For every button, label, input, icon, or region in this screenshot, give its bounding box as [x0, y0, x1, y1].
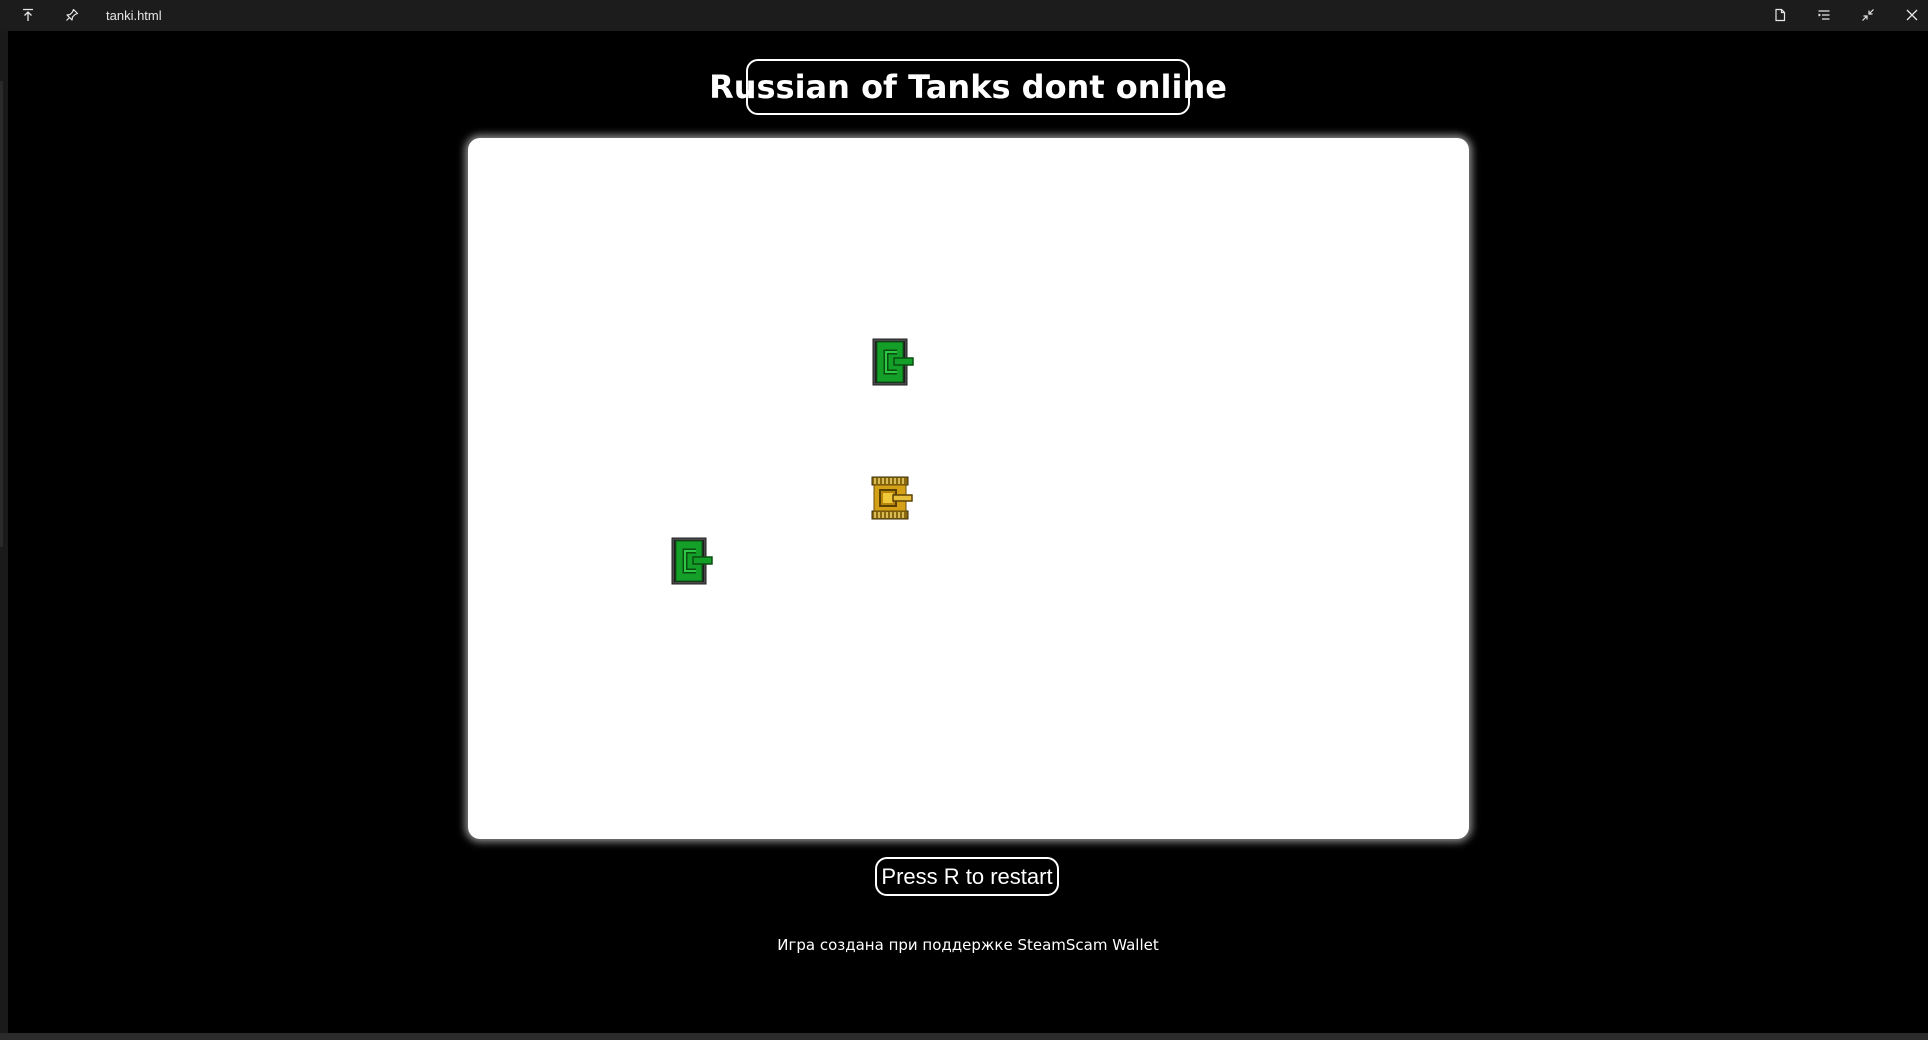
collapse-icon[interactable]	[1858, 5, 1878, 25]
game-title: Russian of Tanks dont online	[709, 59, 1227, 115]
enemy-tank	[872, 338, 914, 386]
window-titlebar: tanki.html	[0, 0, 1928, 31]
close-icon[interactable]	[1902, 5, 1922, 25]
window-left-edge	[0, 31, 8, 1033]
pin-icon[interactable]	[62, 5, 82, 25]
titlebar-right-group	[1746, 5, 1922, 25]
game-page: Russian of Tanks dont online Press R to …	[8, 31, 1928, 1033]
list-settings-icon[interactable]	[1814, 5, 1834, 25]
titlebar-left-group: tanki.html	[18, 5, 162, 25]
window-bottom-edge	[0, 1033, 1928, 1040]
page-icon[interactable]	[1770, 5, 1790, 25]
window-filename: tanki.html	[106, 7, 162, 23]
player-tank	[871, 476, 913, 524]
scroll-track	[0, 81, 3, 547]
restart-hint: Press R to restart	[875, 857, 1059, 896]
arrow-up-to-line-icon[interactable]	[18, 5, 38, 25]
game-canvas[interactable]	[468, 138, 1469, 839]
credits-text: Игра создана при поддержке SteamScam Wal…	[777, 936, 1159, 954]
enemy-tank	[671, 537, 713, 585]
